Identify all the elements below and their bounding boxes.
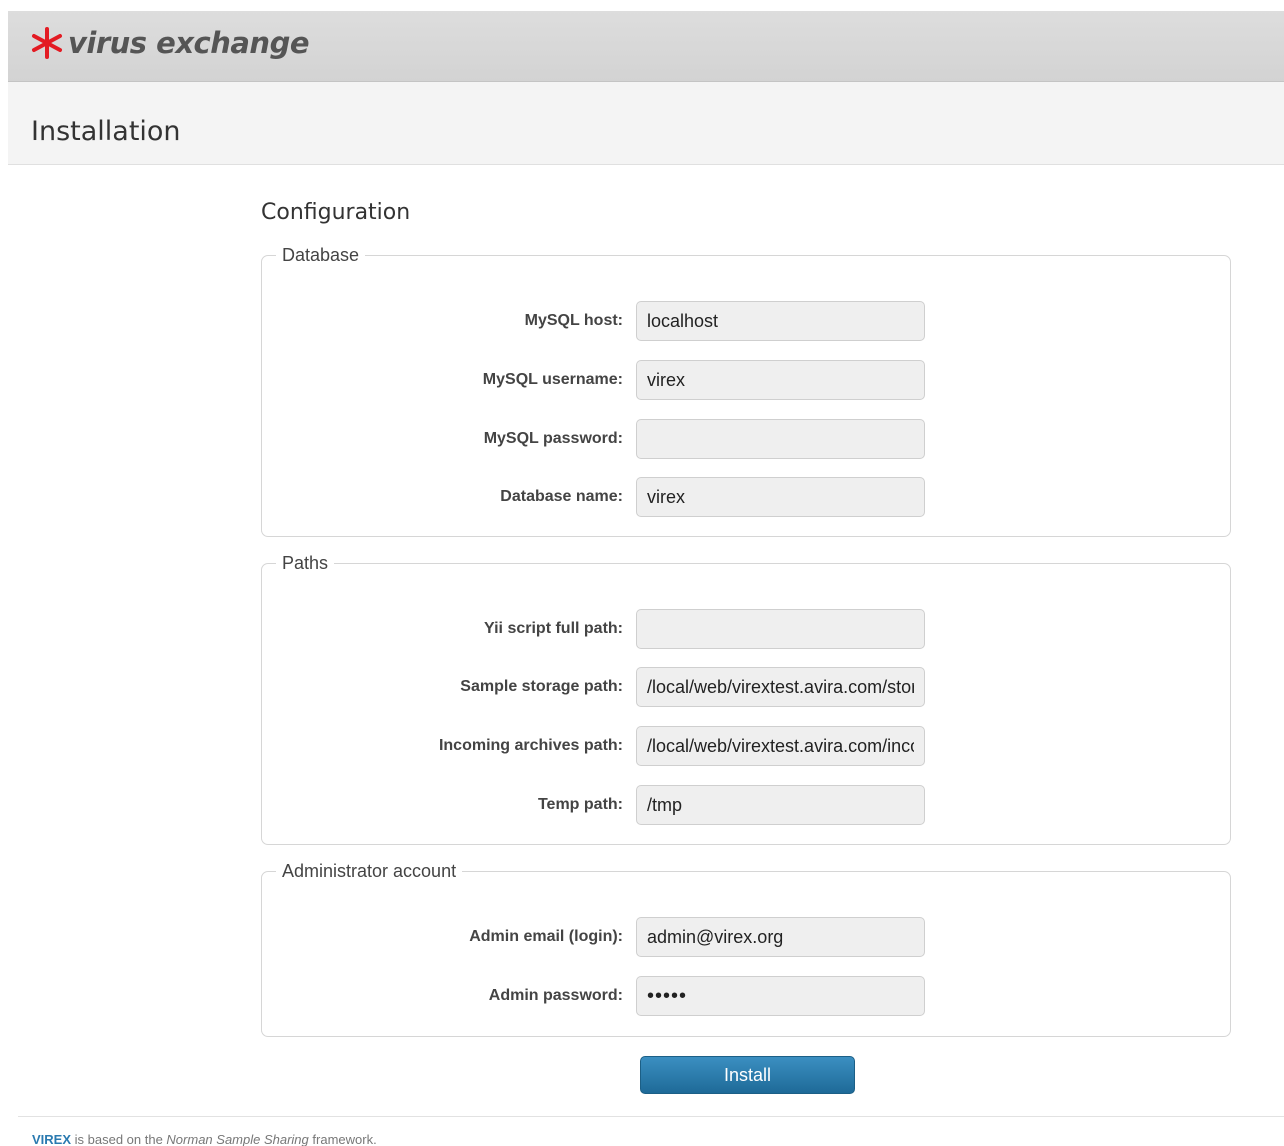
- page-title: Installation: [31, 116, 181, 147]
- mysql-username-row: MySQL username:: [262, 360, 1230, 400]
- sample-storage-path-row: Sample storage path:: [262, 667, 1230, 707]
- install-button[interactable]: Install: [640, 1056, 855, 1094]
- mysql-password-input[interactable]: [636, 419, 925, 459]
- footer-brand-link[interactable]: VIREX: [32, 1132, 71, 1146]
- incoming-archives-path-row: Incoming archives path:: [262, 726, 1230, 766]
- yii-script-path-input[interactable]: [636, 609, 925, 649]
- footer-divider: [18, 1116, 1284, 1117]
- top-header-bar: virus exchange: [8, 11, 1284, 82]
- footer-text-after: framework.: [308, 1132, 377, 1146]
- mysql-password-label: MySQL password:: [483, 430, 623, 447]
- footer-framework-name: Norman Sample Sharing: [166, 1132, 309, 1146]
- admin-password-label: Admin password:: [488, 987, 623, 1004]
- temp-path-row: Temp path:: [262, 785, 1230, 825]
- footer: VIREX is based on the Norman Sample Shar…: [32, 1132, 377, 1146]
- temp-path-label: Temp path:: [537, 796, 623, 813]
- administrator-account-fieldset: Administrator account Admin email (login…: [261, 861, 1231, 1037]
- mysql-host-label: MySQL host:: [524, 312, 623, 329]
- paths-fieldset: Paths Yii script full path: Sample stora…: [261, 553, 1231, 845]
- logo-text: virus exchange: [68, 26, 310, 60]
- database-name-row: Database name:: [262, 477, 1230, 517]
- mysql-username-input[interactable]: [636, 360, 925, 400]
- page-title-bar: Installation: [8, 82, 1284, 165]
- mysql-host-input[interactable]: [636, 301, 925, 341]
- yii-script-path-label: Yii script full path:: [484, 620, 623, 637]
- temp-path-input[interactable]: [636, 785, 925, 825]
- database-fieldset: Database MySQL host: MySQL username: MyS…: [261, 245, 1231, 537]
- admin-email-row: Admin email (login):: [262, 917, 1230, 957]
- admin-email-input[interactable]: [636, 917, 925, 957]
- database-name-input[interactable]: [636, 477, 925, 517]
- administrator-account-legend: Administrator account: [282, 861, 457, 881]
- admin-email-label: Admin email (login):: [469, 928, 623, 945]
- paths-legend: Paths: [282, 553, 329, 573]
- sample-storage-path-input[interactable]: [636, 667, 925, 707]
- yii-script-path-row: Yii script full path:: [262, 609, 1230, 649]
- incoming-archives-path-label: Incoming archives path:: [438, 737, 623, 754]
- database-legend: Database: [282, 245, 360, 265]
- admin-password-input[interactable]: [636, 976, 925, 1016]
- database-name-label: Database name:: [500, 488, 623, 505]
- sample-storage-path-label: Sample storage path:: [460, 678, 623, 695]
- incoming-archives-path-input[interactable]: [636, 726, 925, 766]
- mysql-host-row: MySQL host:: [262, 301, 1230, 341]
- virus-exchange-logo[interactable]: virus exchange: [30, 23, 310, 63]
- mysql-username-label: MySQL username:: [482, 371, 623, 388]
- footer-text-before: is based on the: [71, 1132, 167, 1146]
- admin-password-row: Admin password:: [262, 976, 1230, 1016]
- installation-page: virus exchange Installation Configuratio…: [0, 0, 1284, 1146]
- configuration-heading: Configuration: [261, 200, 411, 225]
- mysql-password-row: MySQL password:: [262, 419, 1230, 459]
- asterisk-logo-icon: [32, 27, 62, 59]
